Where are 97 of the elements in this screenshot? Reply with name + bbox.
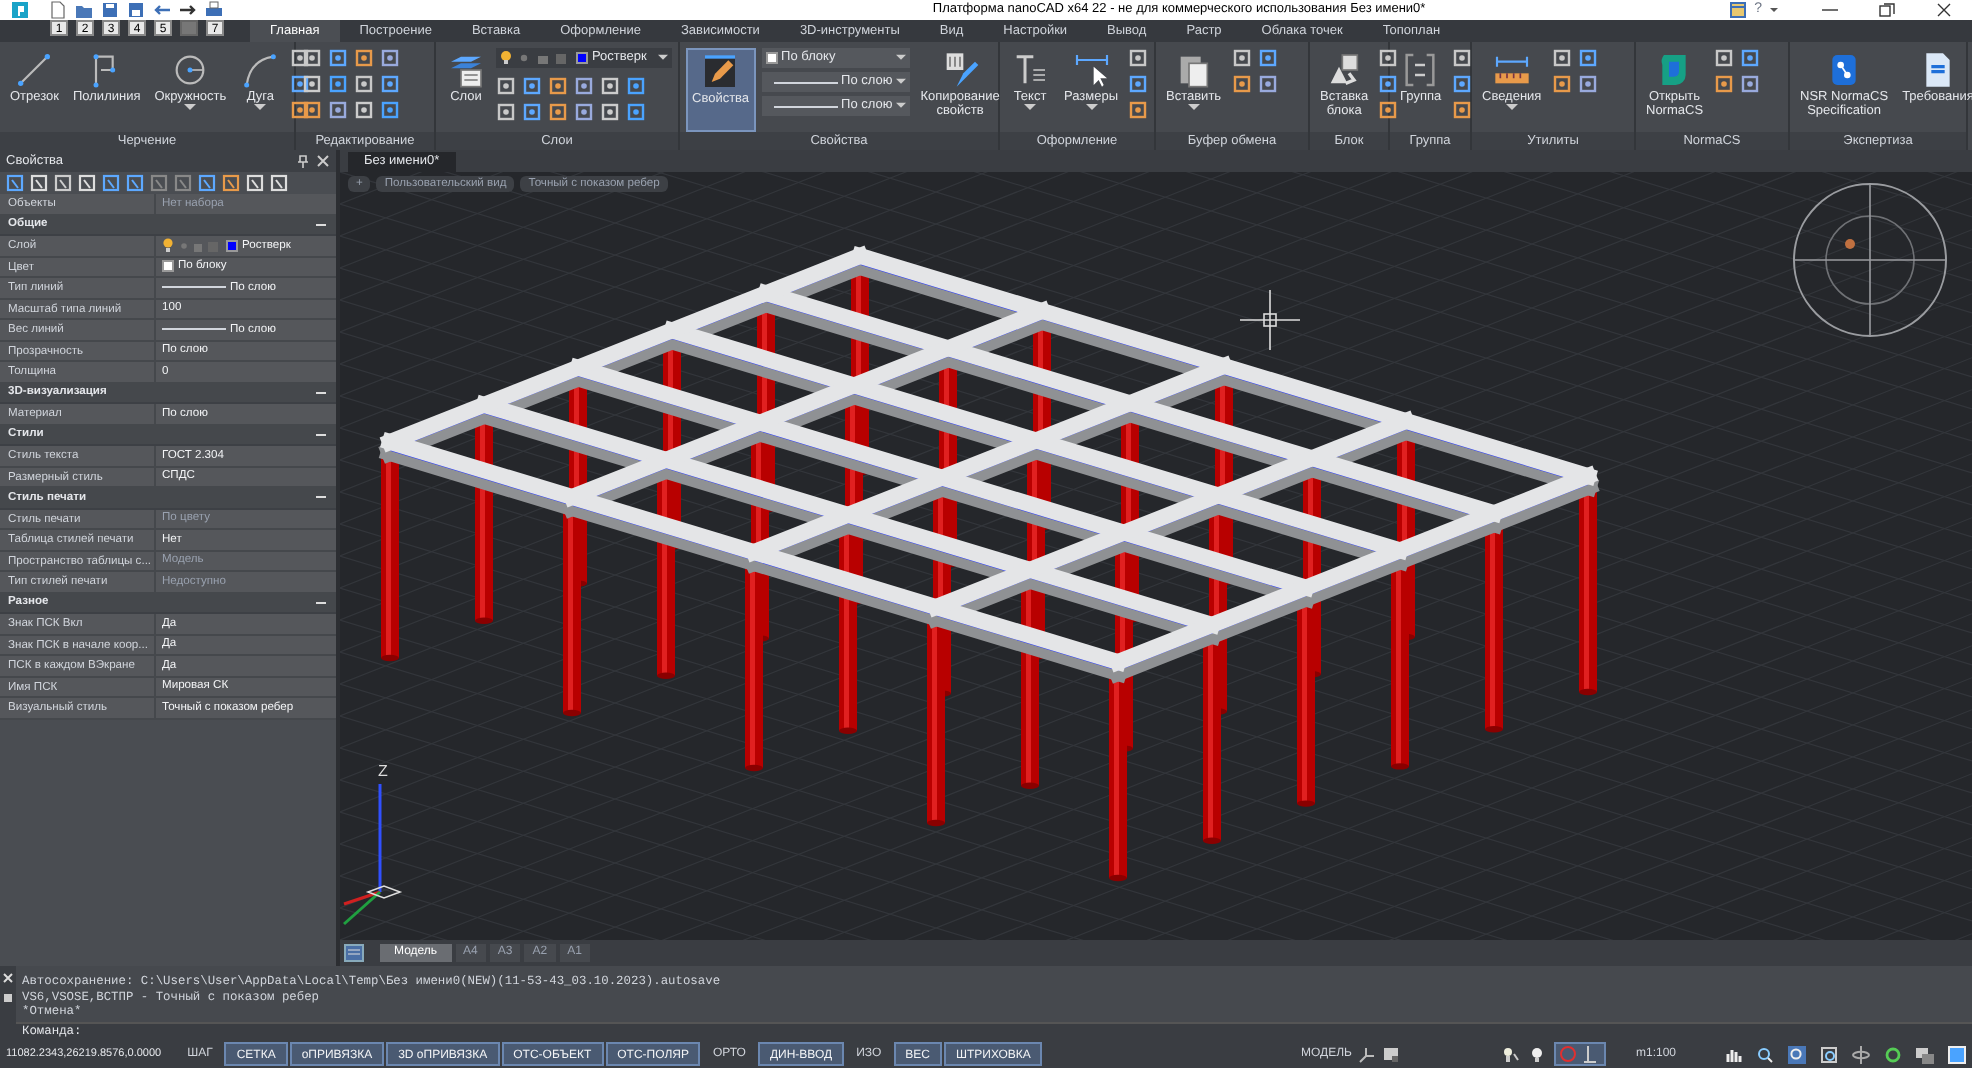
tool-icon[interactable] [380,48,400,68]
undo-icon[interactable] [152,0,172,20]
tool-icon[interactable] [1551,48,1572,68]
tool-icon[interactable] [496,76,516,96]
tool-icon[interactable] [600,76,620,96]
tool-icon[interactable] [626,102,646,122]
line-sample [162,286,226,289]
tool-icon[interactable] [290,74,311,94]
options-icon[interactable] [2,992,14,1004]
toolbar-icon[interactable] [102,174,120,192]
tool-icon[interactable] [626,76,646,96]
tool-icon[interactable] [1257,48,1278,68]
caret-icon [896,54,907,62]
tool-icon[interactable] [1577,48,1598,68]
tool-icon[interactable] [1378,48,1399,68]
orbit-icon[interactable] [1852,1045,1870,1063]
line-tool-icon [14,50,55,90]
tool-icon[interactable] [328,100,348,120]
tool-icon[interactable] [1257,74,1278,94]
toolbar-icon[interactable] [222,174,240,192]
panel-layout-icon[interactable] [1728,0,1749,20]
tool-icon[interactable] [574,102,594,122]
pin-icon[interactable] [296,154,310,168]
arc-tool-icon [240,50,281,90]
tool-icon[interactable] [574,76,594,96]
zoom-icon[interactable] [1756,1045,1774,1063]
viewport-icon[interactable] [1381,1045,1400,1063]
tool-icon[interactable] [1128,74,1149,94]
refresh-icon[interactable] [1884,1045,1902,1063]
tool-icon[interactable] [1551,74,1572,94]
save-as-icon[interactable] [126,0,146,20]
redo-icon[interactable] [178,0,198,20]
tool-icon[interactable] [354,48,374,68]
zoom-extents-icon[interactable] [1820,1045,1838,1063]
dimension-icon [1071,50,1111,90]
tool-icon[interactable] [1231,48,1252,68]
crosshair-cursor-icon [1239,289,1301,351]
tool-icon[interactable] [1451,48,1472,68]
fullscreen-icon[interactable] [1948,1045,1966,1063]
tool-icon[interactable] [302,48,322,68]
caret-icon [896,78,907,86]
ucs-icon[interactable] [1357,1045,1376,1063]
close-icon[interactable] [2,972,14,984]
caret-icon [896,102,907,110]
toolbar-icon[interactable] [6,174,24,192]
tool-icon[interactable] [290,100,311,120]
group-icon [1400,50,1441,90]
tool-icon[interactable] [1128,100,1149,120]
tool-icon[interactable] [1739,48,1760,68]
tool-icon[interactable] [354,100,374,120]
tool-icon[interactable] [1378,74,1399,94]
tool-icon[interactable] [496,102,516,122]
tool-icon[interactable] [522,102,542,122]
layer-state-icon [162,238,222,253]
pencil-icon [700,52,741,92]
line-sample [162,328,226,331]
close-icon[interactable] [316,154,330,168]
line-sample [773,81,838,83]
zoom-window-icon[interactable] [1788,1045,1806,1063]
tool-icon[interactable] [328,48,348,68]
line-sample [773,105,838,107]
tool-icon[interactable] [1713,48,1734,68]
axis-label: Z [378,762,388,780]
layer-state-icon [500,50,572,66]
tool-icon[interactable] [1713,74,1734,94]
tool-icon[interactable] [1577,74,1598,94]
windows-icon[interactable] [1916,1045,1934,1063]
toolbar-icon[interactable] [54,174,72,192]
viewcube-compass-drawing[interactable] [1793,183,1947,337]
tool-icon[interactable] [354,74,374,94]
tool-icon[interactable] [380,74,400,94]
tool-icon[interactable] [290,48,311,68]
tool-icon[interactable] [1739,74,1760,94]
tool-icon[interactable] [328,74,348,94]
caret-icon [658,54,668,62]
tool-icon[interactable] [522,76,542,96]
tool-icon[interactable] [380,100,400,120]
tool-icon[interactable] [302,100,322,120]
tool-icon[interactable] [1231,74,1252,94]
ucs-axes-drawing [343,784,403,926]
tool-icon[interactable] [1128,48,1149,68]
toolbar-icon[interactable] [126,174,144,192]
tool-icon[interactable] [1378,100,1399,120]
tool-icon[interactable] [1451,100,1472,120]
annotation-scale-icon[interactable] [1553,1042,1606,1066]
tool-icon[interactable] [302,74,322,94]
toolbar-icon[interactable] [198,174,216,192]
tool-icon[interactable] [1451,74,1472,94]
pan-hand-icon[interactable] [1724,1045,1742,1063]
save-icon[interactable] [100,0,120,20]
app-logo-icon[interactable] [8,0,32,20]
light-bulb-icon[interactable] [1501,1045,1520,1063]
tool-icon[interactable] [548,102,568,122]
tool-icon[interactable] [600,102,620,122]
tool-icon[interactable] [548,76,568,96]
print-icon[interactable] [204,0,224,20]
light-bulb-icon[interactable] [1527,1045,1546,1063]
